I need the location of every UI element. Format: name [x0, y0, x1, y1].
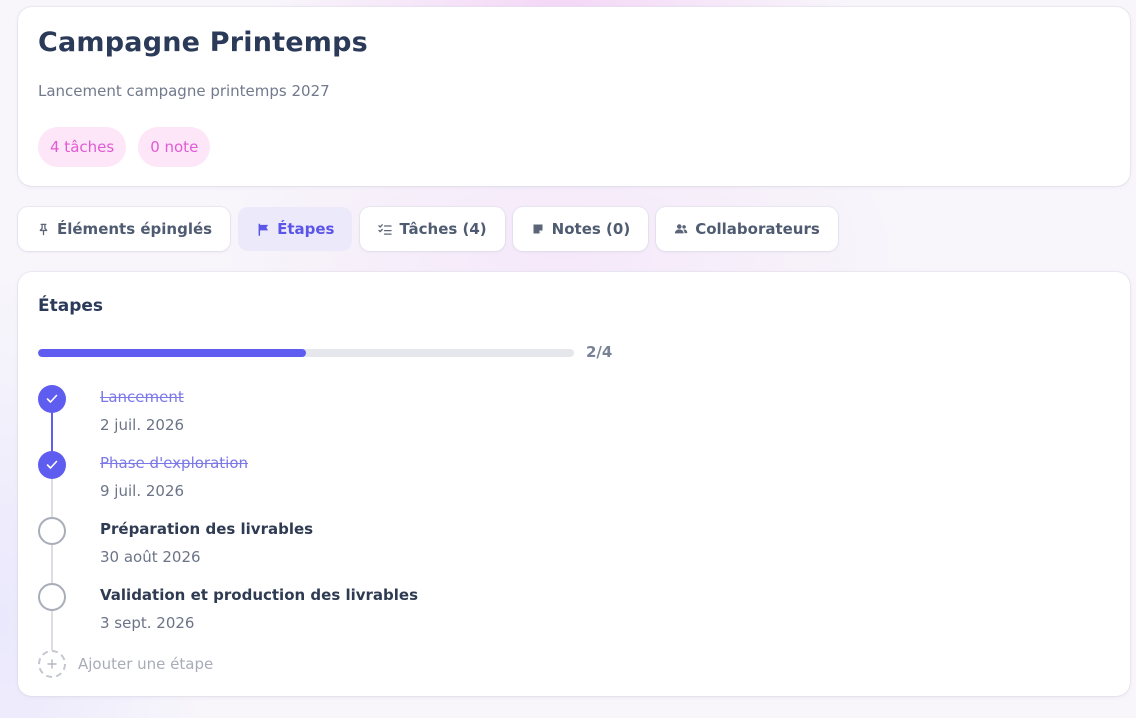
tab-milestones[interactable]: Étapes — [238, 207, 353, 251]
tab-label: Éléments épinglés — [57, 220, 213, 238]
pin-icon — [36, 222, 50, 236]
project-tabs: Éléments épinglés Étapes Tâches (4) Note… — [18, 207, 838, 251]
milestone-title[interactable]: Validation et production des livrables — [100, 586, 418, 604]
add-milestone-button[interactable]: Ajouter une étape — [38, 650, 213, 678]
tab-label: Collaborateurs — [695, 220, 820, 238]
add-milestone-label: Ajouter une étape — [78, 655, 214, 673]
tab-pinned[interactable]: Éléments épinglés — [18, 207, 231, 251]
flag-icon — [256, 222, 270, 236]
note-count-badge[interactable]: 0 note — [138, 127, 211, 167]
milestone-date: 9 juil. 2026 — [100, 482, 185, 500]
task-count-badge[interactable]: 4 tâches — [38, 127, 127, 167]
milestone-checkbox[interactable] — [38, 517, 66, 545]
project-subtitle: Lancement campagne printemps 2027 — [38, 82, 330, 100]
tab-label: Notes (0) — [551, 220, 631, 238]
users-icon — [674, 222, 688, 236]
timeline-connector — [51, 412, 53, 452]
tab-label: Étapes — [277, 220, 335, 238]
plus-icon — [38, 650, 66, 678]
milestone-checkbox[interactable] — [38, 385, 66, 413]
timeline-connector — [51, 610, 53, 650]
page-title: Campagne Printemps — [38, 27, 368, 58]
milestone-checkbox[interactable] — [38, 583, 66, 611]
tab-tasks[interactable]: Tâches (4) — [360, 207, 505, 251]
milestones-card: Étapes 2/4 Lancement 2 juil. 2026 Phase … — [18, 272, 1130, 696]
checklist-icon — [378, 222, 393, 236]
tab-collaborators[interactable]: Collaborateurs — [656, 207, 838, 251]
milestone-title[interactable]: Lancement — [100, 388, 184, 406]
milestone-date: 2 juil. 2026 — [100, 416, 185, 434]
milestone-checkbox[interactable] — [38, 451, 66, 479]
tab-notes[interactable]: Notes (0) — [512, 207, 649, 251]
project-badges: 4 tâches 0 note — [38, 127, 211, 167]
check-icon — [46, 394, 58, 403]
milestone-date: 30 août 2026 — [100, 548, 201, 566]
timeline-connector — [51, 544, 53, 584]
check-icon — [46, 460, 58, 469]
milestone-title[interactable]: Préparation des livrables — [100, 520, 313, 538]
tab-label: Tâches (4) — [399, 220, 487, 238]
milestone-timeline: Lancement 2 juil. 2026 Phase d'explorati… — [18, 272, 1130, 696]
project-header-card: Campagne Printemps Lancement campagne pr… — [18, 7, 1130, 186]
milestone-title[interactable]: Phase d'exploration — [100, 454, 248, 472]
timeline-connector — [51, 478, 53, 518]
note-icon — [531, 222, 545, 236]
milestone-date: 3 sept. 2026 — [100, 614, 195, 632]
